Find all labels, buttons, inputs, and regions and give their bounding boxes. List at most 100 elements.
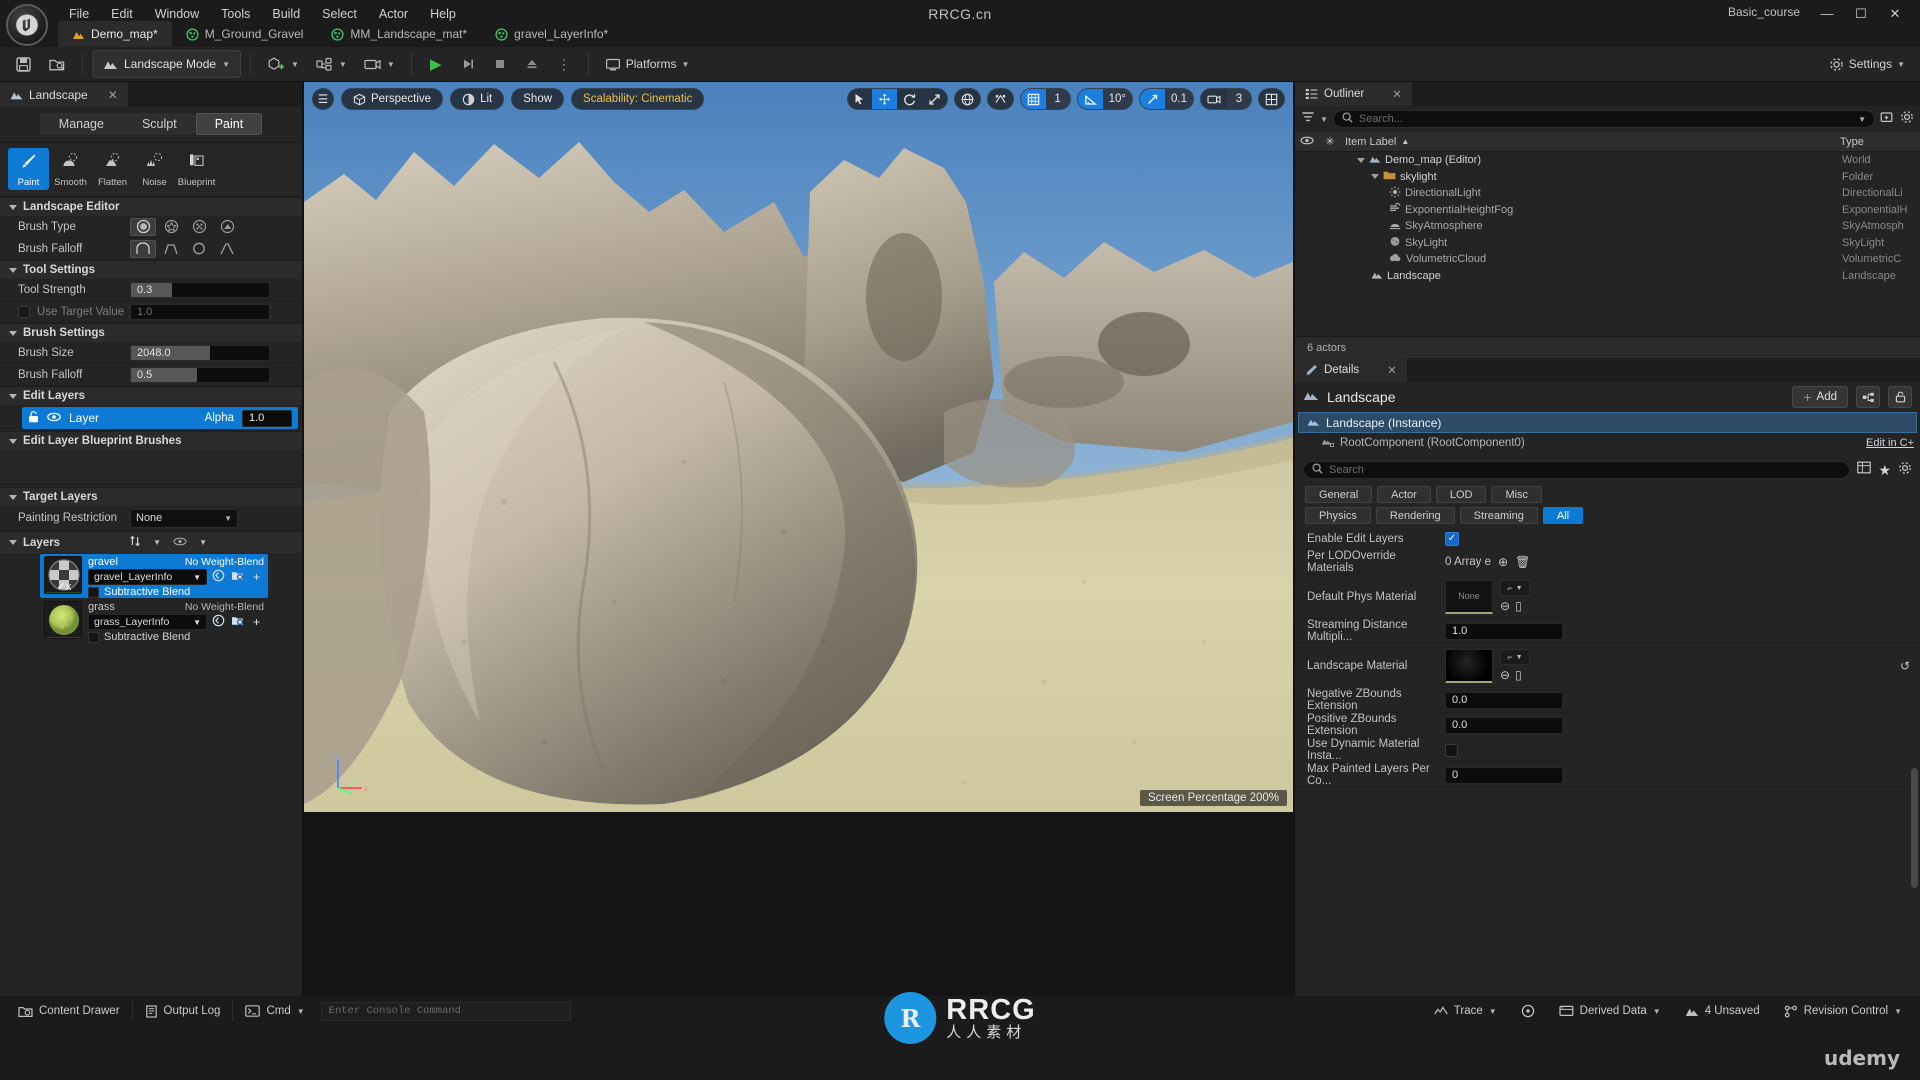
scale-tool-icon[interactable] (922, 89, 947, 109)
grid-snap-value[interactable]: 1 (1045, 89, 1070, 109)
eye-icon[interactable] (47, 411, 61, 425)
add-layer-icon[interactable]: + (249, 615, 264, 629)
camera-speed-value[interactable]: 3 (1227, 89, 1251, 109)
section-edit-layer-bp-brushes[interactable]: Edit Layer Blueprint Brushes (0, 431, 302, 450)
eject-button[interactable] (517, 50, 547, 78)
reset-icon[interactable] (211, 569, 226, 585)
brush-type-star-icon[interactable] (158, 218, 184, 236)
edit-in-cpp-link[interactable]: Edit in C+ (1866, 437, 1914, 449)
select-tool-icon[interactable] (848, 89, 872, 109)
painting-restriction-combo[interactable]: None ▼ (130, 508, 238, 528)
tool-strength-slider[interactable]: 0.3 (130, 281, 270, 298)
outliner-settings-gear-icon[interactable] (1900, 110, 1914, 129)
expander-icon[interactable] (1357, 157, 1365, 163)
close-icon[interactable]: ✕ (108, 88, 118, 102)
section-landscape-editor[interactable]: Landscape Editor (0, 197, 302, 216)
derived-data-button[interactable]: Derived Data ▼ (1547, 999, 1673, 1023)
column-view-icon[interactable] (1857, 461, 1872, 479)
outliner-row-demo-map[interactable]: Demo_map (Editor) World (1295, 152, 1920, 169)
view-mode-button[interactable]: Lit (450, 88, 505, 110)
level-viewport[interactable]: ☰ Perspective Lit Show Scalability: Cine… (304, 82, 1293, 812)
filter-tab-lod[interactable]: LOD (1435, 486, 1487, 503)
cinematics-button[interactable]: ▼ (356, 50, 402, 78)
section-brush-settings[interactable]: Brush Settings (0, 323, 302, 342)
tab-m-ground-gravel[interactable]: M_Ground_Gravel (172, 21, 318, 47)
falloff-linear-icon[interactable] (158, 240, 184, 258)
details-instance-row[interactable]: Landscape (Instance) (1298, 412, 1917, 433)
outliner-row-sky-light[interactable]: SkyLight SkyLight (1295, 235, 1920, 252)
layer-item-grass[interactable]: grass No Weight-Blend grass_LayerInfo ▼ … (40, 599, 268, 643)
grid-snap-icon[interactable] (1020, 89, 1046, 109)
enable-edit-layers-checkbox[interactable]: ✓ (1445, 531, 1459, 546)
add-actor-button[interactable]: ▼ (260, 50, 306, 78)
tab-outliner[interactable]: Outliner ✕ (1295, 82, 1412, 106)
type-column[interactable]: Type (1840, 136, 1920, 148)
outliner-row-landscape[interactable]: Landscape Landscape (1295, 268, 1920, 285)
use-selected-asset-icon[interactable]: ▯ (1515, 668, 1522, 682)
details-search-input[interactable]: Search (1303, 461, 1851, 479)
streaming-distance-field[interactable]: 1.0 (1445, 622, 1563, 640)
unreal-logo-icon[interactable] (6, 4, 48, 46)
falloff-smooth-icon[interactable] (130, 239, 156, 258)
favorites-star-icon[interactable]: ★ (1878, 462, 1891, 479)
angle-snap-icon[interactable] (1077, 89, 1103, 109)
brush-size-slider[interactable]: 2048.0 (130, 344, 270, 361)
unsaved-button[interactable]: 4 Unsaved (1673, 999, 1772, 1023)
show-menu-button[interactable]: Show (511, 88, 565, 110)
landscape-material-dropdown[interactable]: ⌐ ▼ (1500, 649, 1530, 665)
brush-falloff-slider[interactable]: 0.5 (130, 366, 270, 383)
console-command-input[interactable]: Enter Console Command (320, 1001, 571, 1021)
close-icon[interactable]: ✕ (1392, 87, 1402, 101)
revision-control-button[interactable]: Revision Control ▼ (1772, 999, 1914, 1023)
tab-landscape[interactable]: Landscape ✕ (0, 82, 128, 107)
positive-zbounds-field[interactable]: 0.0 (1445, 716, 1563, 734)
browse-asset-icon[interactable]: ⊖ (1500, 599, 1510, 613)
sort-icon[interactable] (129, 535, 141, 550)
layer-info-combo[interactable]: gravel_LayerInfo ▼ (88, 569, 207, 585)
filter-tab-general[interactable]: General (1305, 486, 1373, 503)
output-log-button[interactable]: Output Log (133, 999, 233, 1023)
editor-mode-selector[interactable]: Landscape Mode ▼ (92, 50, 241, 78)
section-layers[interactable]: Layers ▼ ▼ (0, 531, 302, 553)
eye-icon[interactable] (173, 537, 187, 549)
camera-icon[interactable] (1201, 89, 1227, 109)
tab-gravel-layerinfo[interactable]: gravel_LayerInfo* (481, 21, 622, 47)
tool-noise[interactable]: Noise (134, 148, 175, 190)
content-drawer-button[interactable]: Content Drawer (6, 999, 132, 1023)
platforms-button[interactable]: Platforms ▼ (598, 50, 697, 78)
add-component-button[interactable]: + Add (1792, 386, 1848, 408)
trace-button[interactable]: Trace ▼ (1422, 999, 1509, 1023)
chevron-down-icon[interactable]: ▼ (1858, 115, 1866, 124)
filter-tab-streaming[interactable]: Streaming (1459, 507, 1538, 524)
phys-material-thumbnail[interactable]: None (1445, 579, 1493, 614)
outliner-row-volumetric-cloud[interactable]: VolumetricCloud VolumetricC (1295, 251, 1920, 268)
tool-blueprint[interactable]: Blueprint (176, 148, 217, 190)
close-icon[interactable]: ✕ (1387, 363, 1397, 377)
stop-button[interactable] (485, 50, 515, 78)
perspective-button[interactable]: Perspective (341, 88, 444, 110)
details-settings-gear-icon[interactable] (1898, 461, 1912, 480)
subtractive-blend-checkbox[interactable] (88, 631, 99, 643)
add-array-element-icon[interactable]: ⊕ (1498, 555, 1508, 569)
use-selected-asset-icon[interactable]: ▯ (1515, 599, 1522, 613)
tool-paint[interactable]: Paint (8, 148, 49, 190)
subtractive-blend-checkbox[interactable] (88, 586, 99, 598)
tab-paint[interactable]: Paint (195, 113, 263, 135)
max-painted-layers-field[interactable]: 0 (1445, 766, 1563, 784)
delete-array-icon[interactable]: 🗑 (1515, 555, 1530, 569)
save-button[interactable] (8, 50, 39, 78)
browse-asset-icon[interactable] (230, 569, 245, 585)
add-folder-icon[interactable] (1880, 110, 1895, 129)
world-coordinate-icon[interactable] (955, 89, 980, 109)
chevron-down-icon[interactable]: ▼ (153, 538, 161, 547)
brush-type-component-icon[interactable] (214, 218, 240, 236)
tab-mm-landscape-mat[interactable]: MM_Landscape_mat* (317, 21, 481, 47)
section-target-layers[interactable]: Target Layers (0, 487, 302, 506)
tool-smooth[interactable]: Smooth (50, 148, 91, 190)
outliner-row-exponential-height-fog[interactable]: ExponentialHeightFog ExponentialH (1295, 202, 1920, 219)
filter-tab-all[interactable]: All (1542, 507, 1584, 524)
browse-button[interactable] (41, 50, 73, 78)
section-tool-settings[interactable]: Tool Settings (0, 260, 302, 279)
outliner-row-sky-atmosphere[interactable]: SkyAtmosphere SkyAtmosph (1295, 218, 1920, 235)
chevron-down-icon[interactable]: ▼ (1320, 115, 1328, 124)
